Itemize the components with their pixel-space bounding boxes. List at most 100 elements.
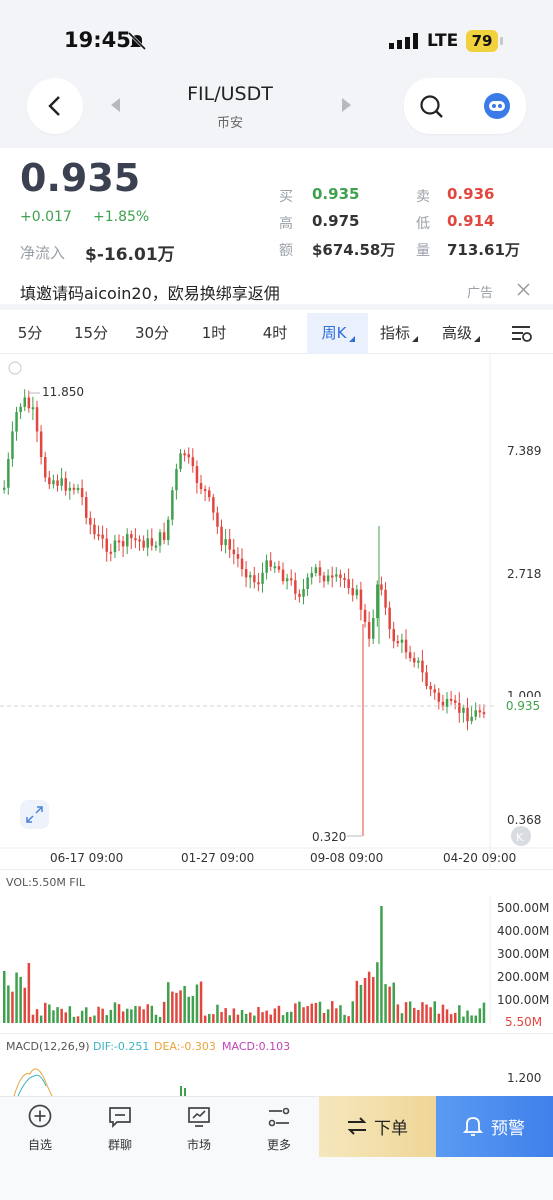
more-icon[interactable] bbox=[267, 1105, 291, 1129]
volume-bar bbox=[101, 1008, 104, 1023]
candle-body bbox=[60, 478, 63, 486]
prev-pair-icon[interactable] bbox=[111, 98, 121, 112]
candle-body bbox=[236, 554, 240, 559]
volume-bar bbox=[269, 1014, 272, 1023]
sell-value: 0.936 bbox=[447, 185, 495, 203]
action-pill bbox=[404, 78, 526, 134]
market-icon[interactable] bbox=[187, 1105, 211, 1129]
volume-bar bbox=[138, 1006, 141, 1023]
candle-body bbox=[396, 641, 400, 644]
volume-bar bbox=[462, 1016, 465, 1023]
volume-chart[interactable] bbox=[0, 895, 553, 1025]
volume-bar bbox=[52, 1010, 55, 1023]
signal-icon bbox=[389, 33, 418, 49]
bell-icon bbox=[463, 1117, 483, 1136]
candle-body bbox=[249, 575, 252, 578]
tab-1h[interactable]: 1时 bbox=[190, 312, 238, 354]
volume-bar bbox=[470, 1015, 473, 1023]
volume-bar bbox=[367, 971, 371, 1023]
candle-body bbox=[359, 589, 363, 610]
candle-body bbox=[109, 551, 113, 554]
macd-value: MACD:0.103 bbox=[222, 1040, 291, 1053]
top-nav: FIL/USDT 币安 bbox=[0, 70, 553, 148]
candle-body bbox=[413, 657, 416, 663]
volume-bar bbox=[388, 986, 391, 1023]
tab-weekly[interactable]: 周K bbox=[313, 312, 355, 354]
volume-bar bbox=[249, 1012, 252, 1023]
candle-body bbox=[212, 497, 215, 513]
chat-icon[interactable] bbox=[108, 1105, 132, 1129]
volume-bar bbox=[56, 1007, 59, 1023]
order-button[interactable]: 下单 bbox=[319, 1096, 436, 1157]
alert-label: 预警 bbox=[491, 1119, 525, 1139]
buy-label: 买 bbox=[279, 189, 293, 205]
volume-bar bbox=[212, 1014, 215, 1023]
macd-y-label: 1.200 bbox=[507, 1071, 542, 1085]
candle-body bbox=[285, 578, 289, 582]
volume-bar bbox=[445, 1009, 449, 1023]
alert-button[interactable]: 预警 bbox=[436, 1096, 553, 1157]
nav-chat[interactable]: 群聊 bbox=[100, 1136, 140, 1153]
volume-bar bbox=[48, 1004, 51, 1023]
volume-bar bbox=[326, 1009, 330, 1023]
robot-assistant-icon[interactable] bbox=[482, 92, 512, 120]
volume-bar bbox=[257, 1007, 260, 1023]
fullscreen-button[interactable] bbox=[20, 800, 49, 829]
volume-bar bbox=[458, 1005, 461, 1023]
candle-body bbox=[80, 487, 84, 498]
candle-body bbox=[35, 407, 39, 432]
candle-body bbox=[273, 566, 277, 569]
candle-body bbox=[392, 629, 395, 642]
sell-label: 卖 bbox=[416, 189, 430, 205]
candle-body bbox=[64, 478, 67, 491]
candle-body bbox=[150, 538, 154, 546]
candle-body bbox=[298, 593, 301, 597]
next-pair-icon[interactable] bbox=[341, 98, 351, 112]
tab-indicators[interactable]: 指标 bbox=[372, 312, 418, 354]
volume-bar bbox=[167, 982, 170, 1023]
candle-body bbox=[372, 618, 375, 639]
high-value: 0.975 bbox=[312, 212, 360, 230]
volume-bar bbox=[158, 1016, 162, 1023]
tab-4h[interactable]: 4时 bbox=[251, 312, 299, 354]
candle-body bbox=[306, 577, 309, 590]
volume-bar bbox=[76, 1016, 80, 1023]
volume-bar bbox=[240, 1010, 244, 1023]
volume-bar bbox=[454, 1012, 457, 1023]
tab-30min[interactable]: 30分 bbox=[128, 312, 176, 354]
candle-body bbox=[351, 588, 354, 596]
candle-body bbox=[384, 589, 387, 608]
candle-body bbox=[15, 412, 18, 432]
candlestick-chart[interactable]: K bbox=[0, 354, 553, 868]
volume-bar bbox=[302, 1007, 305, 1023]
nav-watchlist[interactable]: 自选 bbox=[20, 1136, 60, 1153]
volume-bar bbox=[396, 1004, 400, 1023]
low-value: 0.914 bbox=[447, 212, 495, 230]
candle-body bbox=[220, 526, 223, 546]
watchlist-icon[interactable] bbox=[28, 1104, 52, 1128]
tab-advanced[interactable]: 高级 bbox=[434, 312, 480, 354]
ad-banner[interactable]: 填邀请码aicoin20，欧易换绑享返佣 广告 bbox=[0, 270, 553, 310]
back-button[interactable] bbox=[27, 78, 83, 134]
volume-bar bbox=[142, 1009, 145, 1023]
candle-body bbox=[290, 578, 293, 581]
volume-bar bbox=[208, 1013, 211, 1023]
candle-body bbox=[244, 569, 248, 578]
chart-settings-icon[interactable] bbox=[511, 323, 533, 343]
volume-bar bbox=[134, 1006, 137, 1023]
nav-market[interactable]: 市场 bbox=[179, 1136, 219, 1153]
nav-more[interactable]: 更多 bbox=[259, 1136, 299, 1153]
volume-title: VOL:5.50M FIL bbox=[6, 876, 86, 889]
candle-body bbox=[445, 698, 449, 707]
close-icon[interactable] bbox=[517, 283, 530, 296]
candle-body bbox=[27, 397, 31, 409]
volume-bar bbox=[171, 991, 174, 1023]
collapse-toggle-icon[interactable] bbox=[8, 361, 22, 375]
x-label-3: 09-08 09:00 bbox=[310, 851, 384, 865]
volume-bar bbox=[97, 1006, 100, 1023]
tab-5min[interactable]: 5分 bbox=[6, 312, 54, 354]
search-icon[interactable] bbox=[419, 94, 445, 120]
volume-bar bbox=[187, 996, 190, 1023]
volume-bar bbox=[363, 978, 367, 1023]
tab-15min[interactable]: 15分 bbox=[67, 312, 115, 354]
